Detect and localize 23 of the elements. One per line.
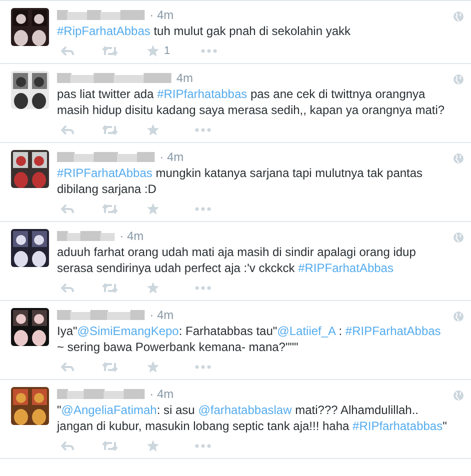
tweet-text: aduuh farhat orang udah mati aja masih di sindir apalagi orang idup serasa sendirinya udah perfect aja :'v ckckck #RIPFarhatAbbas (57, 244, 417, 276)
tweet-time[interactable]: 4m (176, 71, 193, 85)
mention-link[interactable]: @AngeliaFatimah (61, 403, 157, 417)
hashtag-link[interactable]: #RIPfarhatabbas (157, 87, 248, 101)
mention-link[interactable]: @SimiEmangKepo (77, 324, 179, 338)
hashtag-link[interactable]: #RIPFarhatAbbas (298, 261, 394, 275)
tweet-text: "@AngeliaFatimah: si asu @farhatabbaslaw mati??? Alhamdulillah.. jangan di kubur, masukin lobang septic tank aja!!! haha #RIPfarhatabbas" (57, 402, 448, 434)
tweet-text: #RipFarhatAbbas tuh mulut gak pnah di sekolahin yakk (57, 23, 352, 39)
hashtag-link[interactable]: #RipFarhatAbbas (57, 24, 150, 38)
tweet-time[interactable]: · 4m (150, 8, 174, 22)
tweet-time[interactable]: · 4m (160, 150, 184, 164)
mention-link[interactable]: @farhatabbaslaw (198, 403, 292, 417)
tweet-text: #RIPFarhatAbbas mungkin katanya sarjana tapi mulutnya tak pantas dibilang sarjana :D (57, 165, 424, 197)
tweet-text: Iya"@SimiEmangKepo: Farhatabbas tau"@Latiief_A : #RIPFarhatAbbas ~ sering bawa Powerbank kemana- mana?""" (57, 323, 442, 355)
mention-link[interactable]: @Latiief_A (277, 324, 336, 338)
tweet-time[interactable]: · 4m (150, 308, 174, 322)
tweet-time[interactable]: · 4m (150, 387, 174, 401)
hashtag-link[interactable]: #RIPfarhatabbas (352, 419, 443, 433)
hashtag-link[interactable]: #RIPFarhatAbbas (57, 166, 152, 180)
tweet-time[interactable]: · 4m (120, 229, 144, 243)
favorite-count: 1 (164, 44, 170, 56)
tweet-text: pas liat twitter ada #RIPfarhatabbas pas ane cek di twittnya orangnya masih hidup disitu kadang saya merasa sedih,, kapan ya orangnya mati? (57, 86, 446, 118)
hashtag-link[interactable]: #RIPFarhatAbbas (345, 324, 441, 338)
